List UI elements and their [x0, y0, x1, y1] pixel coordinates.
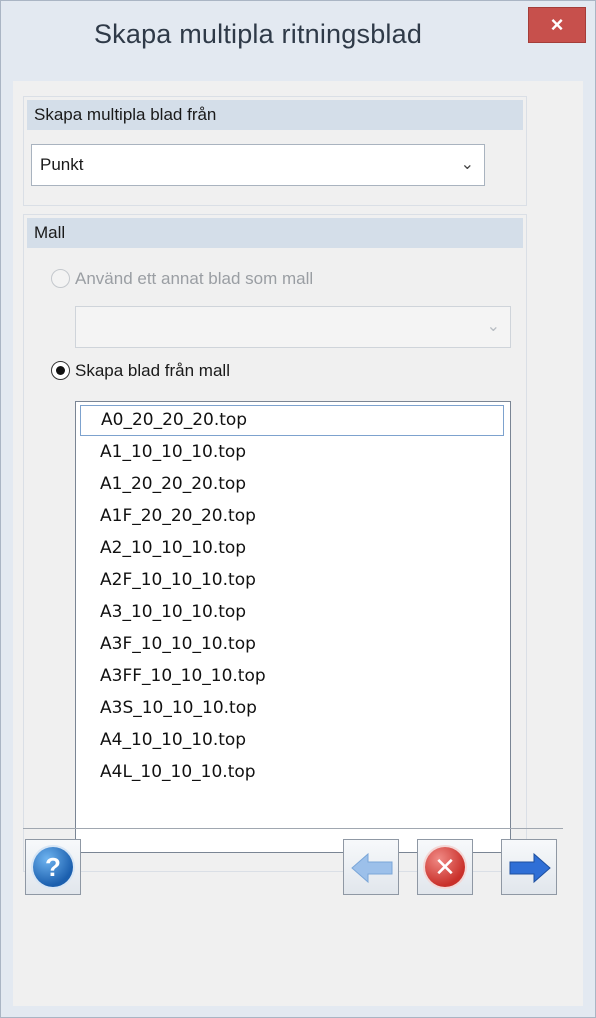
list-item[interactable]: A2_10_10_10.top [80, 533, 504, 564]
radio-from-template-label: Skapa blad från mall [75, 361, 230, 380]
title-bar: Skapa multipla ritningsblad × [1, 1, 595, 81]
footer-separator [23, 828, 563, 829]
radio-other-sheet-button[interactable] [51, 269, 70, 288]
list-item[interactable]: A1F_20_20_20.top [80, 501, 504, 532]
source-group-header: Skapa multipla blad från [27, 100, 523, 130]
back-arrow-icon [351, 852, 393, 884]
radio-from-template-button[interactable] [51, 361, 70, 380]
list-item[interactable]: A3FF_10_10_10.top [80, 661, 504, 692]
other-sheet-select: ⌄ [75, 306, 511, 348]
dialog-window: Skapa multipla ritningsblad × Skapa mult… [0, 0, 596, 1018]
help-button[interactable]: ? [25, 839, 81, 895]
template-listbox[interactable]: A0_20_20_20.top A1_10_10_10.top A1_20_20… [75, 401, 511, 853]
chevron-down-icon: ⌄ [486, 318, 500, 335]
dialog-body: Skapa multipla blad från Punkt ⌄ Mall An… [13, 81, 583, 1006]
chevron-down-icon: ⌄ [460, 156, 474, 173]
cancel-button[interactable]: ✕ [417, 839, 473, 895]
source-select-value: Punkt [40, 155, 84, 174]
radio-other-sheet-label: Använd ett annat blad som mall [75, 269, 314, 288]
list-item[interactable]: A3F_10_10_10.top [80, 629, 504, 660]
source-group: Skapa multipla blad från Punkt ⌄ [23, 96, 527, 206]
close-button[interactable]: × [528, 7, 586, 43]
source-select[interactable]: Punkt ⌄ [31, 144, 485, 186]
back-button [343, 839, 399, 895]
list-item[interactable]: A1_10_10_10.top [80, 437, 504, 468]
list-item[interactable]: A4L_10_10_10.top [80, 757, 504, 788]
list-item[interactable]: A1_20_20_20.top [80, 469, 504, 500]
window-title: Skapa multipla ritningsblad [93, 19, 423, 49]
next-button[interactable] [501, 839, 557, 895]
cancel-icon: ✕ [425, 847, 465, 887]
help-icon: ? [33, 847, 73, 887]
template-group-header: Mall [27, 218, 523, 248]
list-item[interactable]: A2F_10_10_10.top [80, 565, 504, 596]
list-item[interactable]: A4_10_10_10.top [80, 725, 504, 756]
list-item[interactable]: A3_10_10_10.top [80, 597, 504, 628]
list-item[interactable]: A3S_10_10_10.top [80, 693, 504, 724]
forward-arrow-icon [509, 852, 551, 884]
list-item[interactable]: A0_20_20_20.top [80, 405, 504, 436]
